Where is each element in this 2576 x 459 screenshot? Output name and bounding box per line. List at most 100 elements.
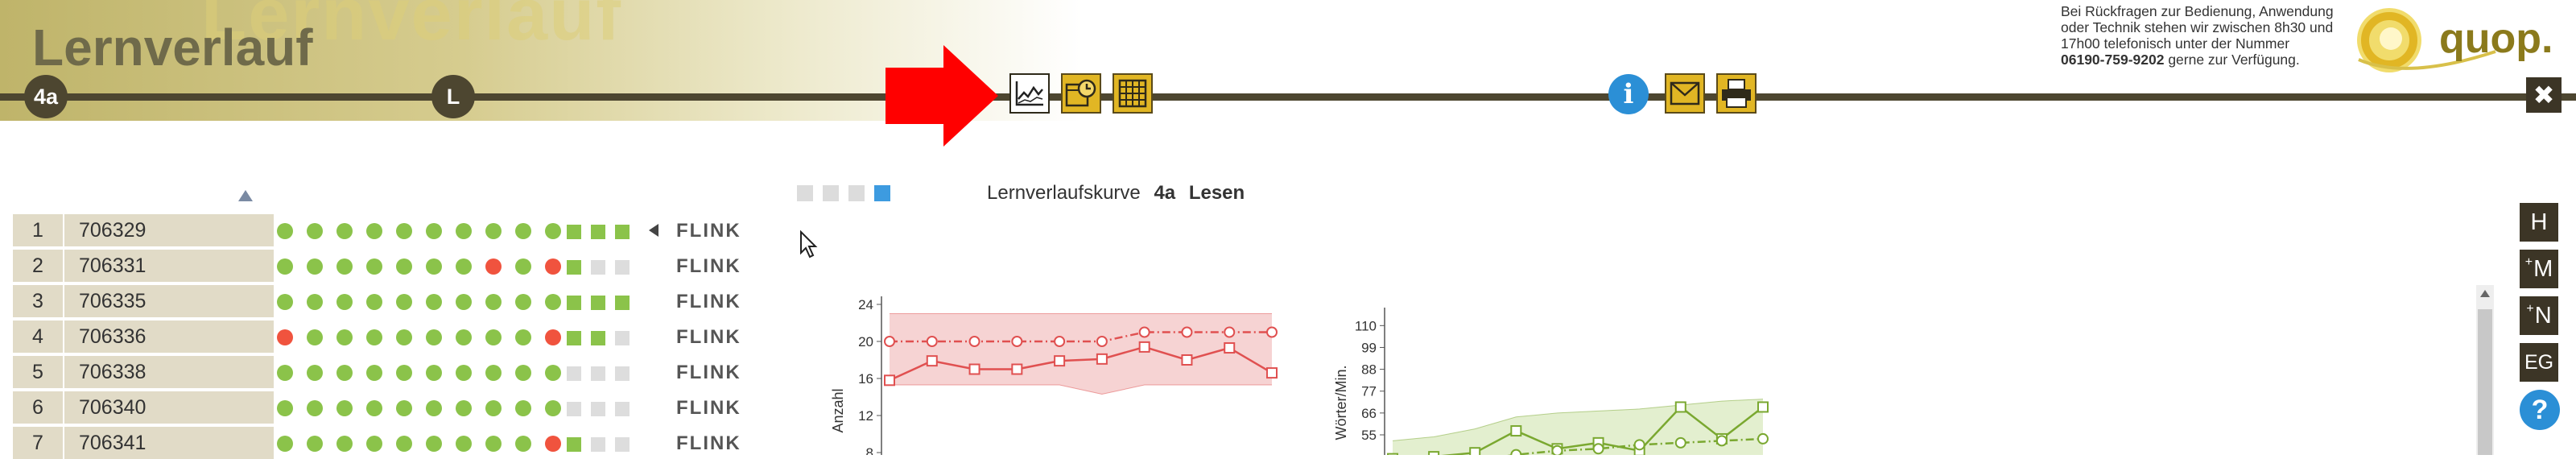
result-dot-ok[interactable]	[456, 258, 472, 275]
result-dot-below[interactable]	[545, 258, 561, 275]
student-id[interactable]: 706336	[64, 320, 274, 353]
result-dot-ok[interactable]	[485, 400, 502, 416]
result-dot-ok[interactable]	[336, 294, 353, 310]
result-dot-ok[interactable]	[336, 223, 353, 239]
result-dot-ok[interactable]	[426, 400, 442, 416]
table-row[interactable]: 1 706329 FLINK	[13, 214, 753, 246]
view-square[interactable]	[823, 185, 839, 201]
print-button[interactable]	[1716, 73, 1757, 114]
result-dot-ok[interactable]	[336, 400, 353, 416]
result-dot-ok[interactable]	[515, 436, 531, 452]
scroll-up-icon[interactable]	[2480, 290, 2490, 297]
result-dot-ok[interactable]	[515, 365, 531, 381]
table-row[interactable]: 7 706341 FLINK	[13, 427, 753, 459]
result-dot-ok[interactable]	[426, 329, 442, 345]
student-id[interactable]: 706335	[64, 285, 274, 317]
result-dot-ok[interactable]	[456, 400, 472, 416]
help-button[interactable]: ?	[2520, 390, 2560, 430]
result-dot-ok[interactable]	[456, 223, 472, 239]
view-square[interactable]	[848, 185, 865, 201]
info-button[interactable]: i	[1608, 74, 1649, 114]
result-dot-ok[interactable]	[485, 436, 502, 452]
result-dot-ok[interactable]	[515, 223, 531, 239]
result-dot-ok[interactable]	[456, 436, 472, 452]
result-dot-ok[interactable]	[396, 294, 412, 310]
result-dot-ok[interactable]	[277, 294, 293, 310]
result-dot-ok[interactable]	[456, 329, 472, 345]
result-dot-ok[interactable]	[336, 329, 353, 345]
result-dot-ok[interactable]	[307, 436, 323, 452]
result-dot-ok[interactable]	[396, 223, 412, 239]
result-dot-ok[interactable]	[515, 400, 531, 416]
eg-button[interactable]: EG	[2520, 343, 2558, 382]
result-dot-ok[interactable]	[426, 223, 442, 239]
student-id[interactable]: 706341	[64, 427, 274, 459]
result-dot-ok[interactable]	[307, 365, 323, 381]
student-id[interactable]: 706338	[64, 356, 274, 388]
result-dot-ok[interactable]	[277, 436, 293, 452]
result-dot-ok[interactable]	[396, 400, 412, 416]
table-row[interactable]: 4 706336 FLINK	[13, 320, 753, 353]
student-id[interactable]: 706340	[64, 391, 274, 424]
result-dot-ok[interactable]	[336, 365, 353, 381]
close-button[interactable]: ✖	[2526, 77, 2562, 113]
result-dot-ok[interactable]	[515, 329, 531, 345]
result-dot-ok[interactable]	[545, 400, 561, 416]
result-dot-ok[interactable]	[396, 258, 412, 275]
result-dot-ok[interactable]	[456, 294, 472, 310]
result-dot-ok[interactable]	[366, 294, 382, 310]
result-dot-ok[interactable]	[396, 329, 412, 345]
table-row[interactable]: 2 706331 FLINK	[13, 250, 753, 282]
result-dot-ok[interactable]	[307, 329, 323, 345]
student-id[interactable]: 706331	[64, 250, 274, 282]
result-dot-ok[interactable]	[485, 329, 502, 345]
sort-ascending-icon[interactable]	[238, 190, 253, 201]
result-dot-below[interactable]	[545, 329, 561, 345]
result-dot-below[interactable]	[277, 329, 293, 345]
result-dot-ok[interactable]	[366, 223, 382, 239]
result-dot-ok[interactable]	[426, 436, 442, 452]
level-badge[interactable]: L	[431, 75, 475, 118]
vertical-scrollbar[interactable]	[2476, 285, 2494, 455]
result-dot-ok[interactable]	[336, 258, 353, 275]
result-dot-below[interactable]	[485, 258, 502, 275]
result-dot-ok[interactable]	[366, 329, 382, 345]
result-dot-ok[interactable]	[277, 258, 293, 275]
result-dot-ok[interactable]	[515, 294, 531, 310]
result-dot-ok[interactable]	[396, 436, 412, 452]
result-dot-below[interactable]	[545, 436, 561, 452]
add-m-button[interactable]: + M	[2520, 250, 2558, 288]
result-dot-ok[interactable]	[426, 294, 442, 310]
schedule-button[interactable]	[1061, 73, 1101, 114]
h-button[interactable]: H	[2520, 203, 2558, 242]
result-dot-ok[interactable]	[366, 436, 382, 452]
result-dot-ok[interactable]	[307, 258, 323, 275]
table-row[interactable]: 3 706335 FLINK	[13, 285, 753, 317]
chart-view-button[interactable]	[1009, 73, 1050, 114]
result-dot-ok[interactable]	[545, 365, 561, 381]
result-dot-ok[interactable]	[545, 223, 561, 239]
mail-button[interactable]	[1665, 73, 1705, 114]
result-dot-ok[interactable]	[426, 365, 442, 381]
view-square[interactable]	[874, 185, 890, 201]
result-dot-ok[interactable]	[277, 400, 293, 416]
result-dot-ok[interactable]	[426, 258, 442, 275]
result-dot-ok[interactable]	[456, 365, 472, 381]
result-dot-ok[interactable]	[366, 365, 382, 381]
student-id[interactable]: 706329	[64, 214, 274, 246]
result-dot-ok[interactable]	[336, 436, 353, 452]
result-dot-ok[interactable]	[366, 258, 382, 275]
result-dot-ok[interactable]	[485, 365, 502, 381]
add-n-button[interactable]: + N	[2520, 296, 2558, 335]
result-dot-ok[interactable]	[485, 294, 502, 310]
class-badge[interactable]: 4a	[24, 75, 68, 118]
view-square[interactable]	[797, 185, 813, 201]
result-dot-ok[interactable]	[515, 258, 531, 275]
result-dot-ok[interactable]	[307, 400, 323, 416]
result-dot-ok[interactable]	[277, 223, 293, 239]
result-dot-ok[interactable]	[396, 365, 412, 381]
result-dot-ok[interactable]	[277, 365, 293, 381]
table-row[interactable]: 6 706340 FLINK	[13, 391, 753, 424]
result-dot-ok[interactable]	[307, 223, 323, 239]
result-dot-ok[interactable]	[307, 294, 323, 310]
